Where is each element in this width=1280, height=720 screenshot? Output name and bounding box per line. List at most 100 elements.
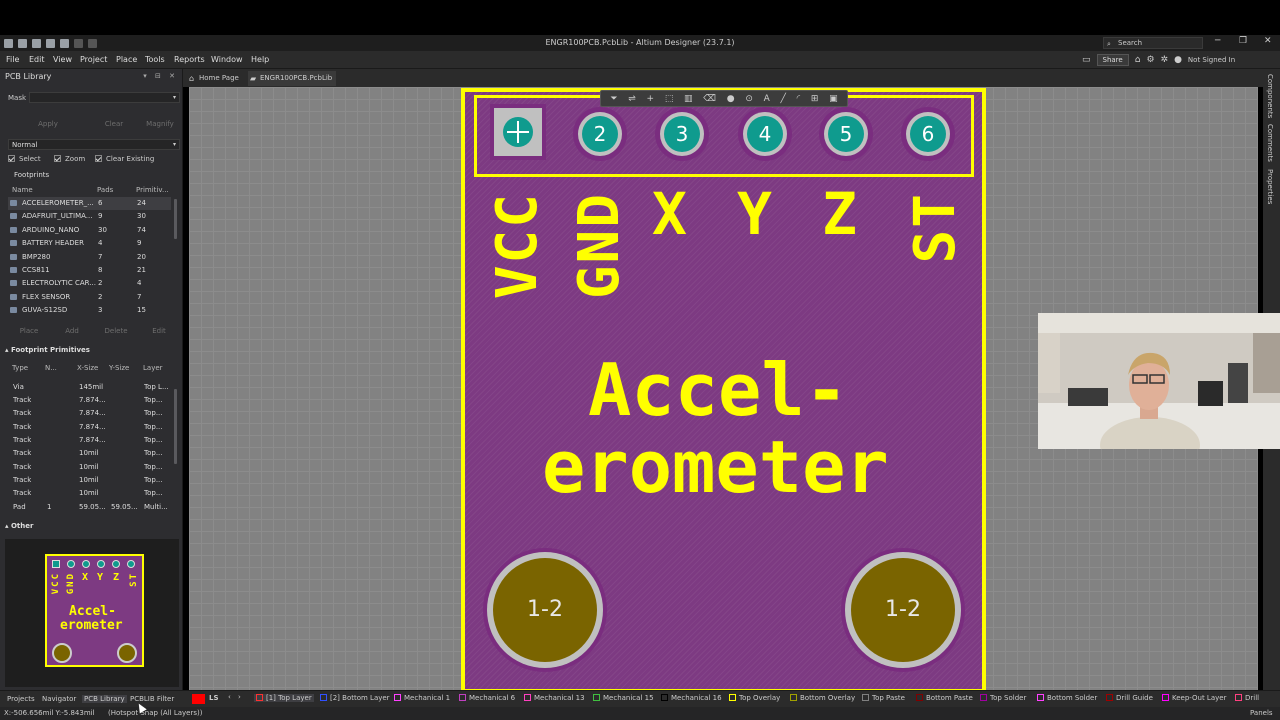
open-project-icon[interactable] (60, 38, 69, 48)
tab-home-page[interactable]: ⌂ Home Page (187, 71, 243, 86)
menu-window[interactable]: Window (211, 55, 243, 64)
footprint-row[interactable]: ADAFRUIT_ULTIMA... 9 30 (8, 210, 171, 223)
user-icon[interactable]: ● (1174, 55, 1182, 65)
mount-hole-right[interactable]: 1-2 (841, 548, 965, 672)
close-icon[interactable]: ✕ (1264, 36, 1272, 46)
primitives-scrollbar[interactable] (174, 389, 177, 464)
layer-tab[interactable]: [2] Bottom Layer (320, 694, 390, 702)
layer-tab[interactable]: Mechanical 1 (394, 694, 450, 702)
eraser-icon[interactable]: ⌫ (703, 94, 716, 104)
place-button[interactable]: Place (8, 326, 50, 337)
region-icon[interactable]: ▣ (829, 94, 838, 104)
pad-6[interactable]: 6 (901, 107, 955, 161)
panels-button[interactable]: Panels (1250, 709, 1273, 717)
mask-input[interactable]: ▾ (29, 92, 180, 103)
col-n[interactable]: N... (45, 364, 57, 372)
clear-button[interactable]: Clear (92, 119, 136, 130)
via-icon[interactable]: ⊙ (745, 94, 753, 104)
clear-existing-checkbox[interactable]: Clear Existing (95, 155, 154, 163)
save-all-icon[interactable] (32, 38, 41, 48)
layer-tab[interactable]: Drill Guide (1106, 694, 1153, 702)
col-pads[interactable]: Pads (97, 186, 113, 194)
layer-tab[interactable]: Bottom Solder (1037, 694, 1097, 702)
layer-tab[interactable]: Keep-Out Layer (1162, 694, 1226, 702)
pad-icon[interactable]: ● (727, 94, 735, 104)
footprints-scrollbar[interactable] (174, 199, 177, 239)
primitives-header[interactable]: ▴ Footprint Primitives (5, 346, 90, 354)
route-icon[interactable]: ⇌ (628, 94, 636, 104)
redo-icon[interactable] (88, 38, 97, 48)
menu-project[interactable]: Project (80, 55, 107, 64)
select-rect-icon[interactable]: ⬚ (665, 94, 674, 104)
layer-tab[interactable]: Top Solder (980, 694, 1026, 702)
footprint-row[interactable]: ACCELEROMETER_... 6 24 (8, 197, 171, 210)
footprint-row[interactable]: ARDUINO_NANO 30 74 (8, 224, 171, 237)
layer-tab[interactable]: Drill (1235, 694, 1259, 702)
comment-icon[interactable]: ▭ (1082, 55, 1091, 65)
tab-pcblib-filter[interactable]: PCBLIB Filter (130, 695, 174, 703)
footprint-row[interactable]: FLEX SENSOR 2 7 (8, 291, 171, 304)
align-icon[interactable]: ▥ (684, 94, 693, 104)
primitive-row[interactable]: Track 7.874... Top... (5, 421, 168, 434)
menu-file[interactable]: File (6, 55, 19, 64)
zoom-checkbox[interactable]: Zoom (54, 155, 85, 163)
panel-controls[interactable]: ▾ ⊟ ✕ (143, 72, 178, 80)
primitive-row[interactable]: Track 7.874... Top... (5, 394, 168, 407)
layer-tab[interactable]: [1] Top Layer (254, 694, 314, 702)
layer-tab[interactable]: Bottom Overlay (790, 694, 855, 702)
layer-tab[interactable]: Mechanical 16 (661, 694, 722, 702)
tab-components[interactable]: Components (1266, 74, 1274, 118)
footprint-row[interactable]: GUVA-S12SD 3 15 (8, 304, 171, 317)
primitive-row[interactable]: Track 10mil Top... (5, 474, 168, 487)
menu-icon[interactable] (4, 38, 13, 48)
settings-icon[interactable]: ✲ (1161, 55, 1169, 65)
arc-icon[interactable]: ◜ (797, 94, 801, 104)
layer-tab[interactable]: Mechanical 13 (524, 694, 585, 702)
search-input[interactable]: ⌕ Search (1103, 37, 1203, 49)
pad-2[interactable]: 2 (573, 107, 627, 161)
account-menu[interactable]: Not Signed In (1188, 56, 1235, 64)
line-icon[interactable]: ╱ (780, 94, 785, 104)
footprint-row[interactable]: ELECTROLYTIC CAR... 2 4 (8, 277, 171, 290)
filter-icon[interactable]: ⏷ (610, 94, 617, 104)
tab-properties[interactable]: Properties (1266, 169, 1274, 204)
other-header[interactable]: ▴ Other (5, 522, 33, 530)
current-layer-swatch[interactable] (192, 694, 205, 704)
primitive-row[interactable]: Pad 1 59.05... 59.05... Multi... (5, 501, 168, 514)
mount-hole-left[interactable]: 1-2 (483, 548, 607, 672)
primitive-row[interactable]: Track 10mil Top... (5, 487, 168, 500)
apply-button[interactable]: Apply (8, 119, 88, 130)
mode-select[interactable]: Normal ▾ (8, 139, 180, 150)
layer-tab[interactable]: Mechanical 6 (459, 694, 515, 702)
save-icon[interactable] (18, 38, 27, 48)
layer-next-icon[interactable]: › (238, 693, 241, 701)
col-x-size[interactable]: X-Size (77, 364, 98, 372)
gear-icon[interactable]: ⚙ (1146, 55, 1154, 65)
layer-tab[interactable]: Top Paste (862, 694, 905, 702)
undo-icon[interactable] (74, 38, 83, 48)
col-primitives[interactable]: Primitiv... (136, 186, 169, 194)
menu-reports[interactable]: Reports (174, 55, 205, 64)
footprint-row[interactable]: BMP280 7 20 (8, 251, 171, 264)
magnify-button[interactable]: Magnify (140, 119, 180, 130)
add-button[interactable]: Add (51, 326, 93, 337)
tab-comments[interactable]: Comments (1266, 124, 1274, 162)
layer-tab[interactable]: Mechanical 15 (593, 694, 654, 702)
col-name[interactable]: Name (12, 186, 33, 194)
menu-place[interactable]: Place (116, 55, 137, 64)
primitive-row[interactable]: Track 10mil Top... (5, 461, 168, 474)
pad-1[interactable] (490, 104, 546, 160)
select-checkbox[interactable]: Select (8, 155, 41, 163)
tab-projects[interactable]: Projects (7, 695, 35, 703)
pad-3[interactable]: 3 (655, 107, 709, 161)
minimize-icon[interactable]: ─ (1215, 36, 1220, 46)
tab-pcb-library[interactable]: PCB Library (82, 695, 127, 703)
maximize-icon[interactable]: ❐ (1239, 36, 1247, 46)
layer-tab[interactable]: Top Overlay (729, 694, 780, 702)
home-icon[interactable]: ⌂ (1135, 55, 1141, 65)
menu-edit[interactable]: Edit (29, 55, 45, 64)
footprint-row[interactable]: BATTERY HEADER 4 9 (8, 237, 171, 250)
open-icon[interactable] (46, 38, 55, 48)
primitive-row[interactable]: Track 7.874... Top... (5, 407, 168, 420)
primitive-row[interactable]: Via 145mil Top L... (5, 381, 169, 394)
